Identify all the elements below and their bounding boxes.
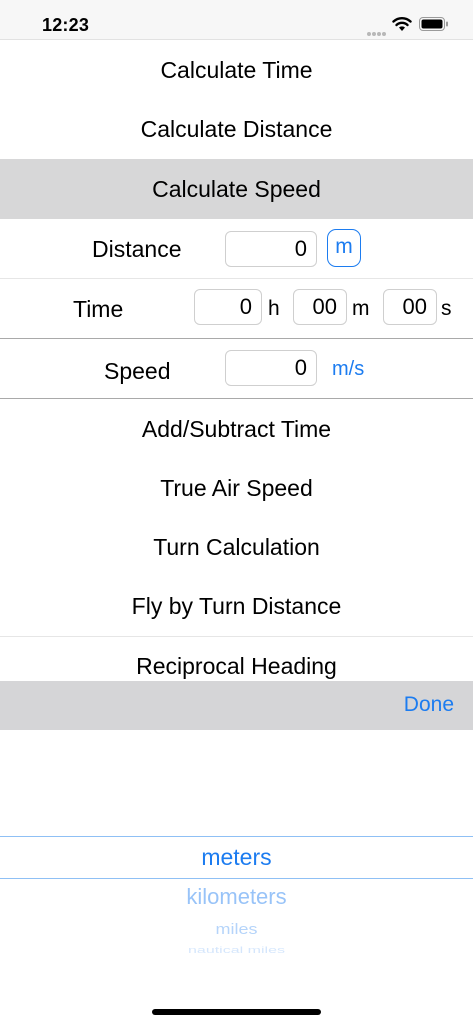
picker-option-selected[interactable]: meters — [0, 844, 473, 871]
home-indicator — [152, 1009, 321, 1015]
turn-calculation-label: Turn Calculation — [153, 534, 320, 560]
hours-input[interactable]: 0 — [194, 289, 262, 325]
calculate-time-label: Calculate Time — [160, 57, 313, 83]
distance-unit-button[interactable]: m — [327, 229, 361, 267]
reciprocal-heading-row[interactable]: Reciprocal Heading — [0, 637, 473, 681]
unit-picker[interactable]: meters kilometers miles nautical miles — [0, 730, 473, 1024]
seconds-input[interactable]: 00 — [383, 289, 437, 325]
speed-unit-button[interactable]: m/s — [332, 358, 364, 381]
calculate-speed-label: Calculate Speed — [152, 175, 321, 202]
status-time: 12:23 — [42, 15, 90, 35]
picker-option[interactable]: miles — [0, 921, 473, 938]
wifi-icon — [392, 17, 412, 31]
speed-label: Speed — [104, 358, 171, 384]
seconds-unit: s — [441, 297, 452, 320]
picker-toolbar: Done — [0, 681, 473, 730]
time-label: Time — [73, 296, 124, 322]
fly-by-turn-distance-row[interactable]: Fly by Turn Distance — [0, 577, 473, 637]
status-bar: 12:23 — [0, 0, 473, 40]
done-button[interactable]: Done — [404, 693, 454, 717]
true-air-speed-row[interactable]: True Air Speed — [0, 459, 473, 519]
picker-selection-top-line — [0, 836, 473, 837]
calculate-speed-row[interactable]: Calculate Speed — [0, 159, 473, 219]
true-air-speed-label: True Air Speed — [160, 475, 313, 501]
minutes-input[interactable]: 00 — [293, 289, 347, 325]
distance-row: Distance 0 m — [0, 219, 473, 279]
speed-row: Speed 0 m/s — [0, 339, 473, 399]
cellular-dots-icon — [367, 23, 389, 36]
calculate-distance-row[interactable]: Calculate Distance — [0, 100, 473, 160]
time-row: Time 0 h 00 m 00 s — [0, 279, 473, 339]
distance-label: Distance — [92, 236, 182, 262]
hours-unit: h — [268, 297, 280, 320]
picker-option[interactable]: nautical miles — [0, 946, 473, 956]
add-subtract-time-label: Add/Subtract Time — [141, 416, 332, 442]
turn-calculation-row[interactable]: Turn Calculation — [0, 518, 473, 578]
battery-icon — [419, 17, 448, 31]
speed-input[interactable]: 0 — [225, 350, 317, 386]
calculate-time-row[interactable]: Calculate Time — [0, 41, 473, 101]
add-subtract-time-row[interactable]: Add/Subtract Time — [0, 400, 473, 460]
picker-option[interactable]: kilometers — [0, 884, 473, 910]
minutes-unit: m — [352, 297, 370, 320]
fly-by-turn-distance-label: Fly by Turn Distance — [131, 593, 342, 619]
picker-selection-bottom-line — [0, 878, 473, 879]
distance-input[interactable]: 0 — [225, 231, 317, 267]
reciprocal-heading-label: Reciprocal Heading — [136, 653, 337, 679]
calculate-distance-label: Calculate Distance — [140, 116, 333, 142]
